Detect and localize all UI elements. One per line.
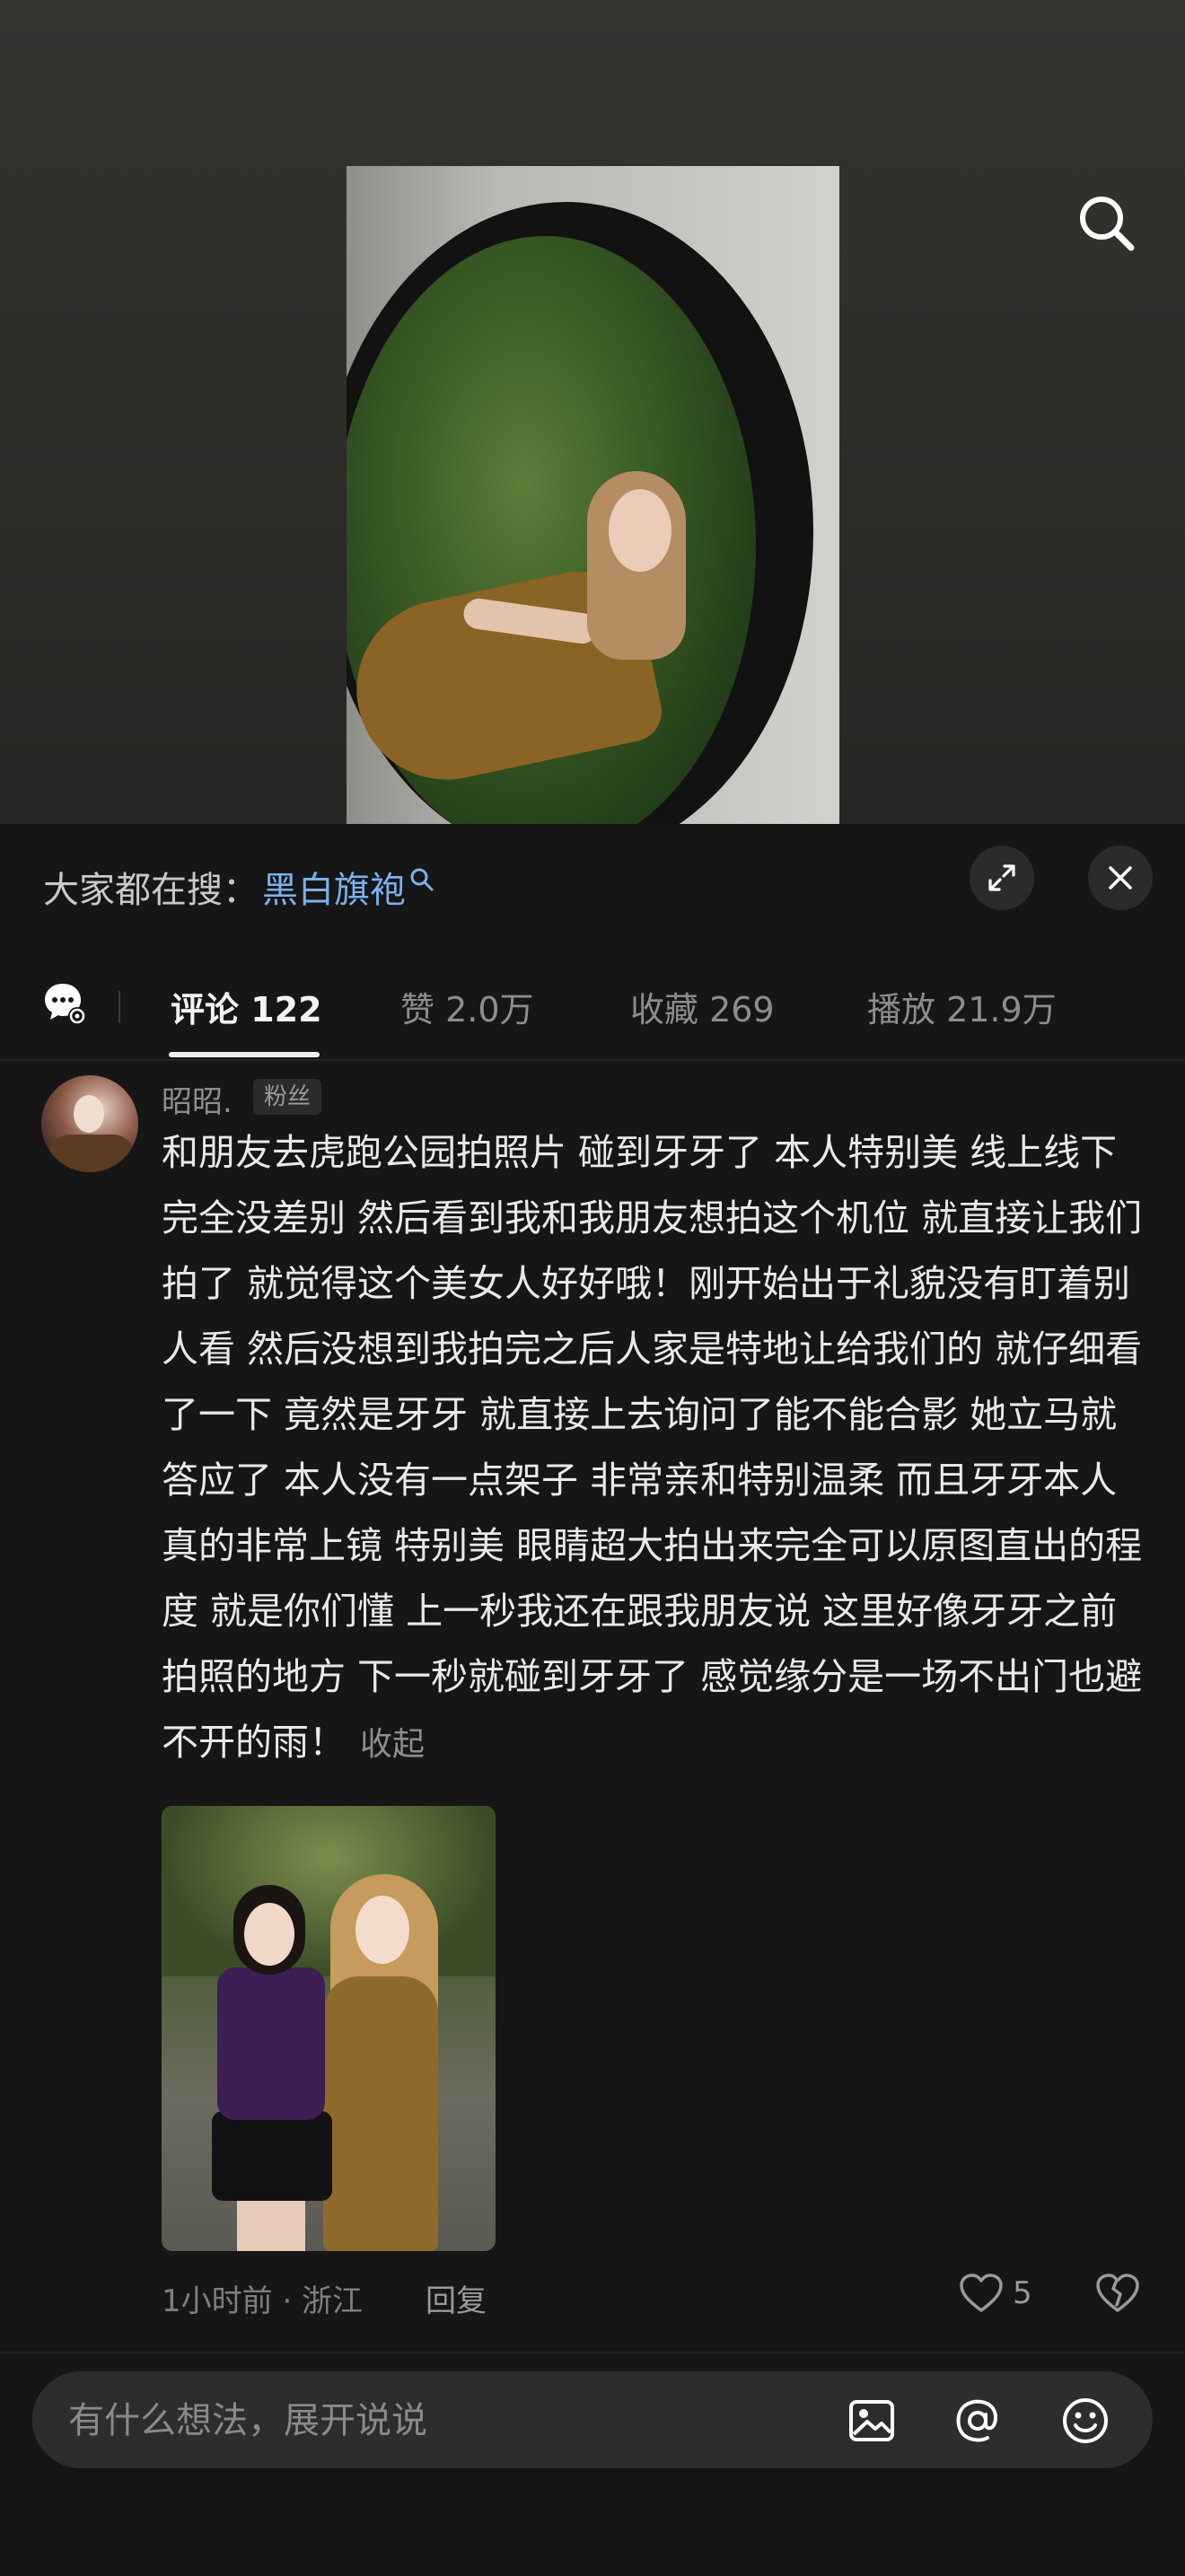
photo-person-legs: [237, 2197, 305, 2251]
avatar[interactable]: [41, 1075, 138, 1172]
heart-icon: [960, 2274, 1003, 2312]
comment-meta: 1小时前 · 浙江: [162, 2283, 364, 2319]
tab-comments[interactable]: 评论 122: [171, 982, 322, 1031]
small-search-icon: [410, 868, 434, 891]
fan-badge: 粉丝: [253, 1079, 322, 1115]
chat-settings-icon[interactable]: [41, 980, 88, 1027]
comment-text: 和朋友去虎跑公园拍照片 碰到牙牙了 本人特别美 线上线下完全没差别 然后看到我和…: [162, 1120, 1149, 1777]
photo-person-face: [244, 1903, 294, 1966]
comments-panel: 大家都在搜： 黑白旗袍 评论 122 赞 2.0万 收藏 269 播放 21.9…: [0, 824, 1185, 2574]
tab-bar: 评论 122 赞 2.0万 收藏 269 播放 21.9万: [0, 957, 1185, 1061]
photo-person-face: [356, 1896, 409, 1964]
at-icon[interactable]: [952, 2395, 1004, 2447]
photo-trees: [162, 1806, 496, 1976]
image-icon[interactable]: [846, 2395, 898, 2447]
collapse-link[interactable]: 收起: [360, 1726, 425, 1763]
comment-body: 和朋友去虎跑公园拍照片 碰到牙牙了 本人特别美 线上线下完全没差别 然后看到我和…: [162, 1131, 1143, 1764]
trending-label: 大家都在搜：: [43, 870, 259, 911]
comment-input[interactable]: [66, 2371, 806, 2470]
tab-plays[interactable]: 播放 21.9万: [867, 982, 1057, 1031]
expand-icon[interactable]: [970, 846, 1034, 910]
photo-person-top: [217, 1967, 325, 2120]
close-icon[interactable]: [1088, 846, 1153, 910]
avatar-dress: [48, 1135, 135, 1172]
comment-username[interactable]: 昭昭.: [162, 1077, 233, 1121]
comment-image[interactable]: [162, 1806, 496, 2251]
video-thumbnail[interactable]: [347, 166, 839, 824]
emoji-icon[interactable]: [1059, 2395, 1111, 2447]
comment-input-bar: [0, 2352, 1185, 2576]
like-button[interactable]: 5: [959, 2269, 1032, 2318]
comment-input-box[interactable]: [32, 2371, 1153, 2470]
tab-favorites[interactable]: 收藏 269: [630, 982, 775, 1031]
broken-heart-icon[interactable]: [1093, 2269, 1142, 2318]
tab-likes[interactable]: 赞 2.0万: [400, 982, 534, 1031]
active-tab-indicator: [169, 1052, 320, 1057]
avatar-face: [74, 1095, 104, 1133]
photo-person-skirt: [212, 2111, 332, 2201]
trending-search[interactable]: 大家都在搜： 黑白旗袍: [43, 860, 434, 914]
reply-button[interactable]: 回复: [426, 2276, 487, 2320]
search-icon[interactable]: [1074, 190, 1140, 257]
tab-divider: [118, 991, 120, 1023]
figure-face: [609, 489, 672, 572]
video-area[interactable]: [0, 0, 1185, 824]
trending-query-link[interactable]: 黑白旗袍: [262, 861, 406, 913]
like-count: 5: [1013, 2275, 1032, 2311]
photo-person-dress: [323, 1976, 438, 2251]
